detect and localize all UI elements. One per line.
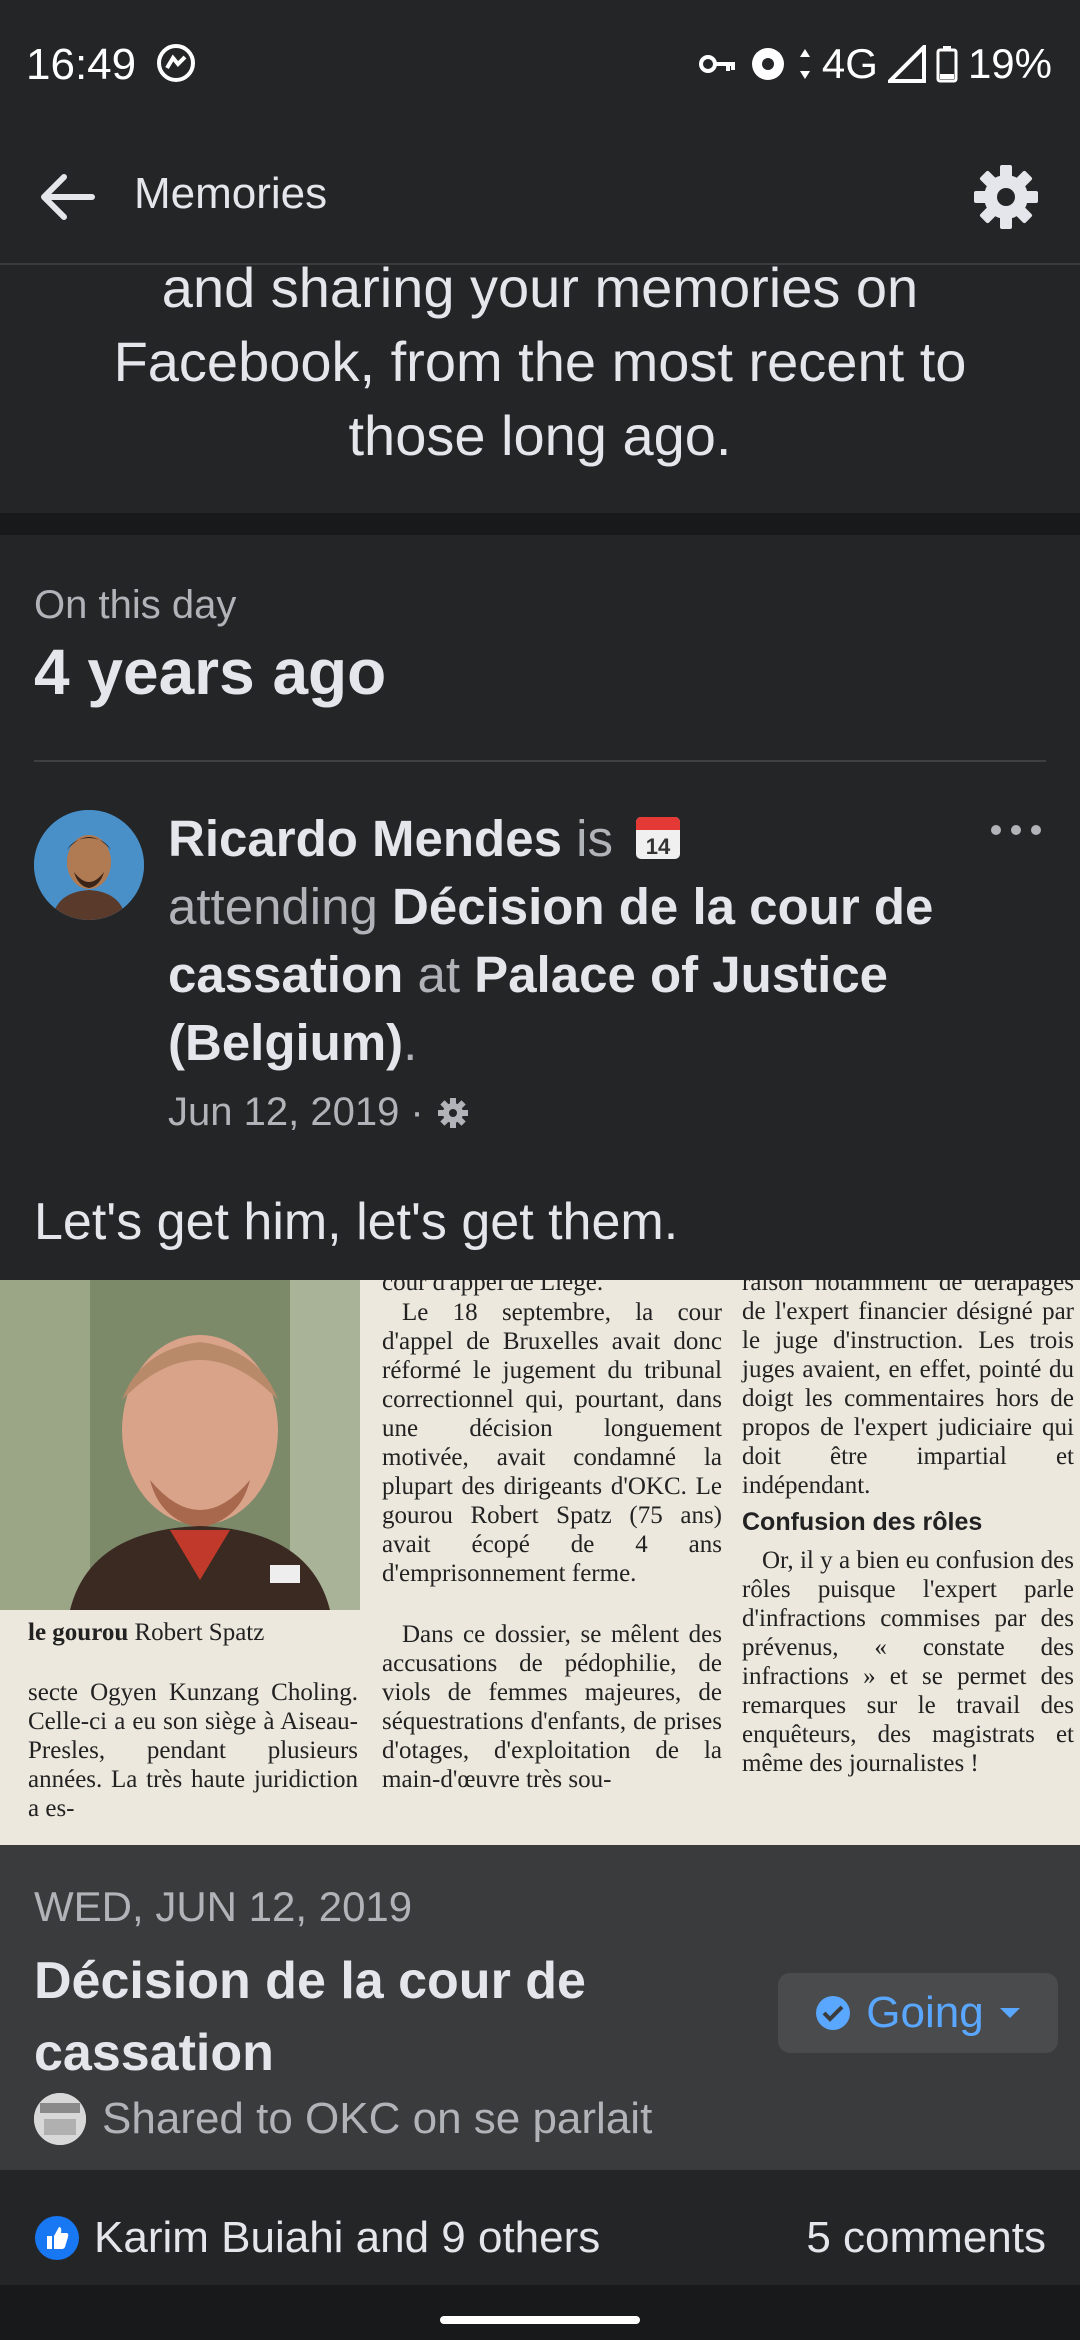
intro-section: and sharing your memories on Facebook, f… bbox=[0, 256, 1080, 513]
at-text: at bbox=[417, 946, 460, 1003]
group-avatar bbox=[34, 2093, 86, 2145]
dropdown-arrow-icon bbox=[999, 2008, 1020, 2018]
post-header: Ricardo Mendes is 14 attending Décision … bbox=[168, 805, 948, 1077]
photo-caption: le gourou Robert Spatz bbox=[28, 1618, 358, 1647]
home-indicator[interactable] bbox=[440, 2316, 640, 2324]
reactions-row[interactable]: Karim Buiahi and 9 others bbox=[34, 2213, 600, 2263]
app-bar: Memories bbox=[0, 135, 1080, 265]
verb-text: is bbox=[576, 810, 613, 867]
status-bar: 16:49 4G 19% bbox=[0, 0, 1080, 135]
calendar-icon: 14 bbox=[636, 817, 681, 859]
network-type: 4G bbox=[821, 40, 878, 87]
post-date-text[interactable]: Jun 12, 2019 · bbox=[168, 1090, 424, 1135]
event-date: WED, JUN 12, 2019 bbox=[34, 1883, 413, 1930]
news-column-2-top: cour d'appel de Liège. bbox=[382, 1280, 604, 1296]
vpn-key-icon bbox=[698, 55, 735, 73]
shared-to-group[interactable]: Shared to OKC on se parlait bbox=[34, 2093, 652, 2145]
messenger-icon bbox=[157, 44, 196, 82]
status-icons: 4G 19% bbox=[698, 40, 1052, 88]
signal-icon bbox=[887, 45, 926, 83]
news-column-2b: Dans ce dossier, se mêlent des accusatio… bbox=[382, 1621, 722, 1793]
years-ago-heading: 4 years ago bbox=[34, 636, 387, 708]
on-this-day-label: On this day bbox=[34, 583, 237, 627]
avatar-portrait bbox=[34, 810, 144, 920]
comments-count[interactable]: 5 comments bbox=[806, 2213, 1046, 2263]
event-attachment[interactable]: WED, JUN 12, 2019 Décision de la cour de… bbox=[0, 1845, 1080, 2170]
news-column-1: secte Ogyen Kunzang Choling. Celle-ci a … bbox=[28, 1679, 358, 1822]
divider bbox=[34, 760, 1046, 762]
caption-text: Robert Spatz bbox=[134, 1619, 265, 1646]
like-icon bbox=[35, 2216, 79, 2260]
period-text: . bbox=[403, 1014, 418, 1071]
news-column-3-heading: Confusion des rôles bbox=[742, 1508, 983, 1536]
post-text: Let's get him, let's get them. bbox=[34, 1193, 679, 1251]
battery-percent: 19% bbox=[967, 40, 1052, 87]
attending-text: attending bbox=[168, 878, 378, 935]
data-arrows-icon bbox=[799, 49, 810, 79]
post-photo[interactable]: le gourou Robert Spatz secte Ogyen Kunza… bbox=[0, 1280, 1080, 1845]
back-arrow-icon[interactable] bbox=[34, 165, 98, 229]
memory-card: On this day 4 years ago Ricardo Mendes i… bbox=[0, 535, 1080, 2285]
intro-text: and sharing your memories on Facebook, f… bbox=[113, 256, 967, 467]
clock-text: 16:49 bbox=[26, 40, 137, 89]
settings-gear-icon[interactable] bbox=[968, 159, 1044, 235]
check-circle-icon bbox=[816, 1996, 851, 2030]
newspaper-portrait-image bbox=[0, 1280, 360, 1610]
event-title[interactable]: Décision de la cour de cassation bbox=[34, 1945, 734, 2089]
author-avatar[interactable] bbox=[34, 810, 144, 920]
svg-text:14: 14 bbox=[646, 834, 671, 859]
news-column-3b: Or, il y a bien eu confusion des rôles p… bbox=[742, 1547, 1074, 1777]
going-button[interactable]: Going bbox=[778, 1973, 1058, 2053]
going-label: Going bbox=[866, 1988, 984, 2037]
battery-icon bbox=[936, 46, 958, 83]
news-column-2: Le 18 septembre, la cour d'appel de Brux… bbox=[382, 1299, 722, 1587]
more-options-icon[interactable] bbox=[986, 810, 1046, 850]
hotspot-icon bbox=[751, 48, 784, 80]
caption-bold: le gourou bbox=[28, 1619, 129, 1646]
author-name[interactable]: Ricardo Mendes bbox=[168, 810, 562, 867]
post-date: Jun 12, 2019 · bbox=[168, 1090, 470, 1135]
reactions-text: Karim Buiahi and 9 others bbox=[94, 2213, 601, 2262]
status-time: 16:49 bbox=[26, 40, 196, 90]
shared-text: Shared to OKC on se parlait bbox=[102, 2094, 653, 2143]
news-column-3: raison notamment de dérapages de l'exper… bbox=[742, 1280, 1074, 1499]
page-title: Memories bbox=[134, 169, 328, 218]
privacy-gear-icon bbox=[437, 1097, 468, 1128]
